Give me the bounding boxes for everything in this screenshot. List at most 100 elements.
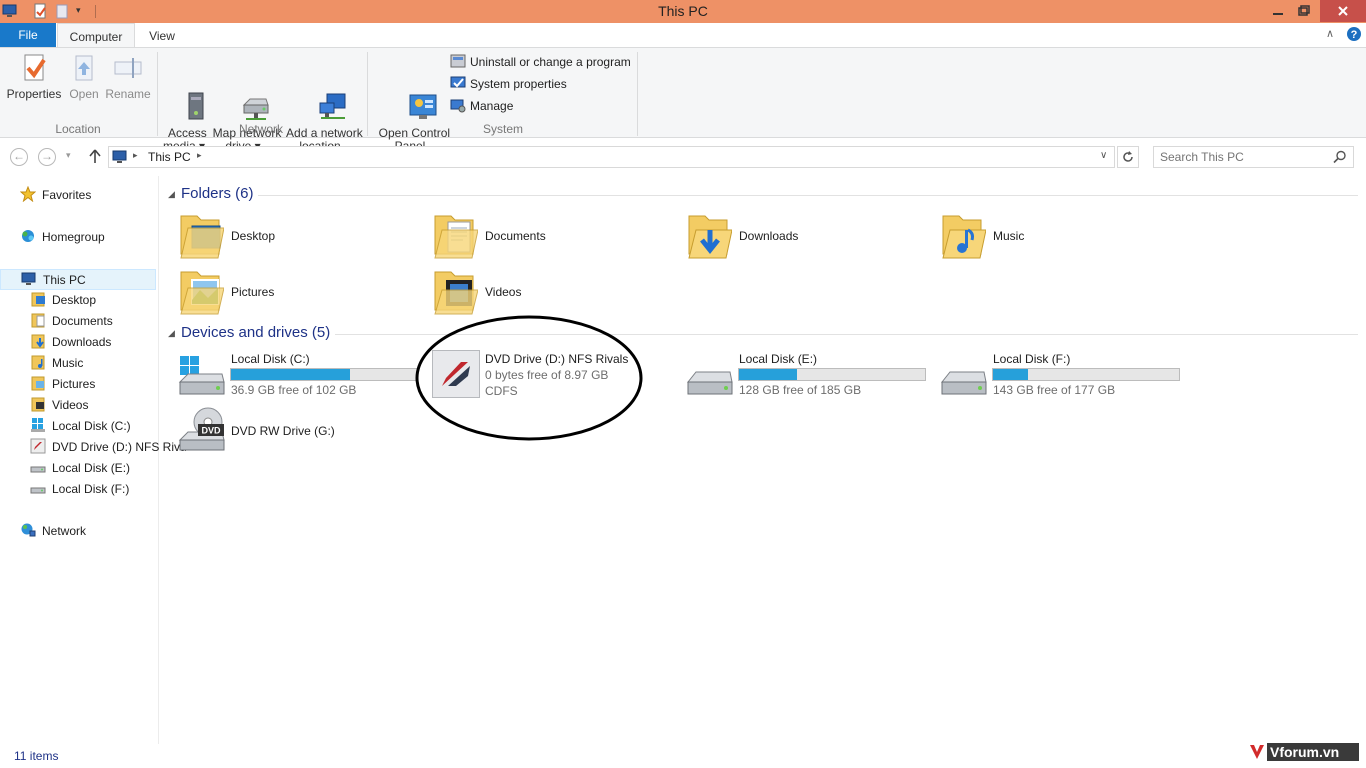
- nav-videos-label: Videos: [52, 398, 89, 412]
- back-button[interactable]: ←: [10, 148, 28, 166]
- downloads-folder-icon: [688, 215, 732, 259]
- folders-divider: [258, 195, 1358, 196]
- folder-downloads[interactable]: Downloads: [686, 210, 926, 262]
- hard-drive-icon: [940, 371, 987, 395]
- recent-locations-icon[interactable]: ▾: [66, 150, 71, 161]
- nfs-rivals-disc-icon: [30, 438, 46, 454]
- vforum-watermark: Vforum.vn: [1248, 742, 1360, 762]
- folder-videos[interactable]: Videos: [432, 266, 672, 318]
- watermark-text: Vforum.vn: [1270, 744, 1340, 760]
- folder-desktop-label: Desktop: [231, 229, 276, 243]
- nav-local-disk-e[interactable]: Local Disk (E:): [0, 458, 186, 479]
- nav-network[interactable]: Network: [0, 521, 176, 542]
- item-count: 11 items: [14, 749, 59, 763]
- tab-computer[interactable]: Computer: [57, 23, 135, 48]
- tab-view[interactable]: View: [140, 23, 184, 47]
- drive-e-label: Local Disk (E:): [739, 352, 818, 366]
- group-divider: [157, 52, 158, 136]
- folders-header[interactable]: Folders (6): [181, 185, 254, 202]
- help-icon[interactable]: ?: [1346, 26, 1362, 42]
- uninstall-program-button[interactable]: Uninstall or change a program: [450, 53, 631, 71]
- system-properties-icon: [450, 75, 466, 91]
- drive-g-label: DVD RW Drive (G:): [231, 424, 335, 438]
- rename-button[interactable]: Rename: [104, 52, 152, 101]
- nav-this-pc[interactable]: This PC: [0, 269, 156, 290]
- nav-music[interactable]: Music: [0, 353, 186, 374]
- rename-label: Rename: [105, 87, 151, 101]
- properties-quick-icon[interactable]: [32, 3, 48, 19]
- add-network-location-button[interactable]: Add a network location: [280, 52, 363, 153]
- folder-documents-label: Documents: [485, 229, 546, 243]
- collapse-drives-icon[interactable]: ◢: [168, 328, 175, 339]
- nav-pictures[interactable]: Pictures: [0, 374, 186, 395]
- open-control-panel-button[interactable]: Open Control Panel: [372, 52, 450, 153]
- drive-f[interactable]: Local Disk (F:) 143 GB free of 177 GB: [940, 350, 1180, 400]
- system-group-label: System: [482, 122, 523, 136]
- address-bar[interactable]: [108, 146, 1115, 168]
- nav-favorites[interactable]: Favorites: [0, 185, 176, 206]
- ribbon-tab-bar: [0, 23, 1366, 47]
- svg-text:?: ?: [1351, 29, 1358, 41]
- customize-quick-access-icon[interactable]: ▾: [76, 5, 86, 17]
- folder-music-label: Music: [993, 229, 1025, 243]
- forward-button[interactable]: →: [38, 148, 56, 166]
- drive-e[interactable]: Local Disk (E:) 128 GB free of 185 GB: [686, 350, 926, 400]
- breadcrumb-separator-icon[interactable]: ▸: [133, 150, 138, 161]
- nav-desktop[interactable]: Desktop: [0, 290, 186, 311]
- nav-downloads[interactable]: Downloads: [0, 332, 186, 353]
- drive-g[interactable]: DVD DVD RW Drive (G:): [178, 406, 418, 458]
- system-properties-button[interactable]: System properties: [450, 75, 567, 93]
- close-button[interactable]: [1320, 0, 1366, 22]
- search-icon[interactable]: [1333, 150, 1347, 164]
- nav-videos[interactable]: Videos: [0, 395, 186, 416]
- drives-header[interactable]: Devices and drives (5): [181, 324, 330, 341]
- network-group-label: Network: [238, 122, 283, 136]
- star-icon: [19, 185, 37, 203]
- map-network-drive-icon: [227, 78, 270, 120]
- pictures-folder-icon: [180, 271, 224, 315]
- new-folder-quick-icon[interactable]: [55, 3, 71, 19]
- folder-pictures-label: Pictures: [231, 285, 275, 299]
- documents-folder-icon: [434, 215, 478, 259]
- nav-documents[interactable]: Documents: [0, 311, 186, 332]
- nav-local-disk-c[interactable]: Local Disk (C:): [0, 416, 186, 437]
- nav-this-pc-label: This PC: [43, 273, 86, 287]
- manage-button[interactable]: Manage: [450, 97, 513, 115]
- search-input[interactable]: [1153, 146, 1354, 168]
- hard-drive-icon: [30, 480, 46, 496]
- address-dropdown-icon[interactable]: ∨: [1100, 150, 1107, 161]
- open-button[interactable]: Open: [64, 52, 104, 101]
- nav-local-disk-f[interactable]: Local Disk (F:): [0, 479, 186, 500]
- breadcrumb-separator-icon[interactable]: ▸: [197, 150, 202, 161]
- nav-downloads-label: Downloads: [52, 335, 112, 349]
- drive-c[interactable]: Local Disk (C:) 36.9 GB free of 102 GB: [178, 350, 418, 400]
- nav-favorites-label: Favorites: [42, 188, 92, 202]
- drive-f-usage-bar: [992, 368, 1180, 381]
- nav-homegroup[interactable]: Homegroup: [0, 227, 176, 248]
- nav-dvd-drive-d[interactable]: DVD Drive (D:) NFS Rivals: [0, 437, 186, 458]
- properties-button[interactable]: Properties: [4, 52, 64, 101]
- network-icon: [20, 522, 36, 538]
- properties-icon: [18, 52, 50, 84]
- folder-desktop[interactable]: Desktop: [178, 210, 418, 262]
- highlight-ellipse: [415, 315, 643, 441]
- dvd-drive-icon: DVD: [178, 407, 225, 451]
- nav-music-label: Music: [52, 356, 84, 370]
- homegroup-icon: [20, 228, 36, 244]
- folder-pictures[interactable]: Pictures: [178, 266, 418, 318]
- map-network-drive-button[interactable]: Map network drive ▾: [206, 52, 281, 153]
- collapse-folders-icon[interactable]: ◢: [168, 189, 175, 200]
- quick-access-divider: [95, 5, 96, 18]
- rename-icon: [112, 52, 144, 84]
- access-media-button[interactable]: Access media ▾: [162, 52, 207, 153]
- tab-file[interactable]: File: [0, 23, 56, 47]
- minimize-ribbon-icon[interactable]: ∧: [1326, 27, 1334, 40]
- group-divider: [367, 52, 368, 136]
- folder-videos-label: Videos: [485, 285, 522, 299]
- folder-music[interactable]: Music: [940, 210, 1180, 262]
- desktop-folder-icon: [180, 215, 224, 259]
- folder-documents[interactable]: Documents: [432, 210, 672, 262]
- refresh-button[interactable]: [1117, 146, 1139, 168]
- breadcrumb-this-pc[interactable]: This PC: [148, 150, 191, 164]
- up-button[interactable]: [88, 148, 102, 164]
